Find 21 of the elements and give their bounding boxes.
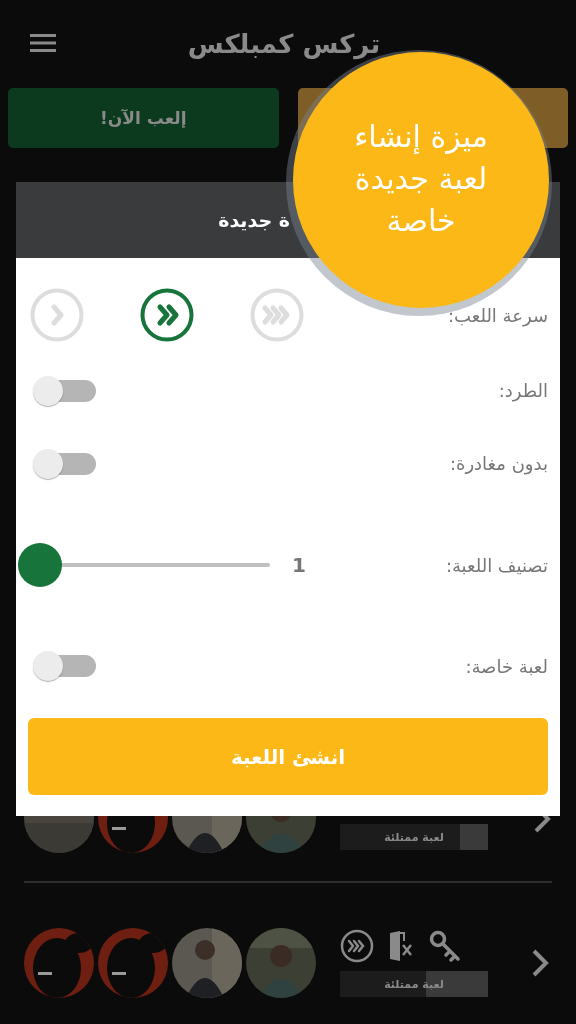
setting-label: تصنيف اللعبة: bbox=[445, 554, 548, 576]
tooltip-text: ميزة إنشاء لعبة جديدة خاصة bbox=[354, 118, 488, 240]
status-label: لعبة ممتلئة bbox=[384, 977, 444, 991]
setting-label: سرعة اللعب: bbox=[448, 304, 548, 326]
slider-value: 1 bbox=[292, 553, 306, 577]
menu-icon[interactable] bbox=[30, 33, 56, 53]
chevron-right-icon[interactable] bbox=[530, 948, 550, 978]
status-label: لعبة ممتلئة bbox=[384, 830, 444, 844]
slider-thumb[interactable] bbox=[18, 543, 62, 587]
app-title: تركس كمبلكس bbox=[187, 29, 382, 59]
key-icon bbox=[428, 929, 462, 963]
fast-speed-icon bbox=[340, 929, 374, 963]
dialog-title: ة جديدة bbox=[218, 209, 290, 231]
toggle-switch[interactable] bbox=[32, 374, 98, 407]
toggle-switch[interactable] bbox=[32, 650, 98, 682]
setting-label: بدون مغادرة: bbox=[449, 453, 548, 474]
setting-label: الطرد: bbox=[498, 380, 548, 401]
toggle-switch[interactable] bbox=[32, 447, 98, 480]
play-tab[interactable]: إلعب الآن! bbox=[8, 88, 279, 148]
setting-label: لعبة خاصة: bbox=[465, 655, 548, 677]
speed-option-icon[interactable] bbox=[140, 288, 194, 342]
